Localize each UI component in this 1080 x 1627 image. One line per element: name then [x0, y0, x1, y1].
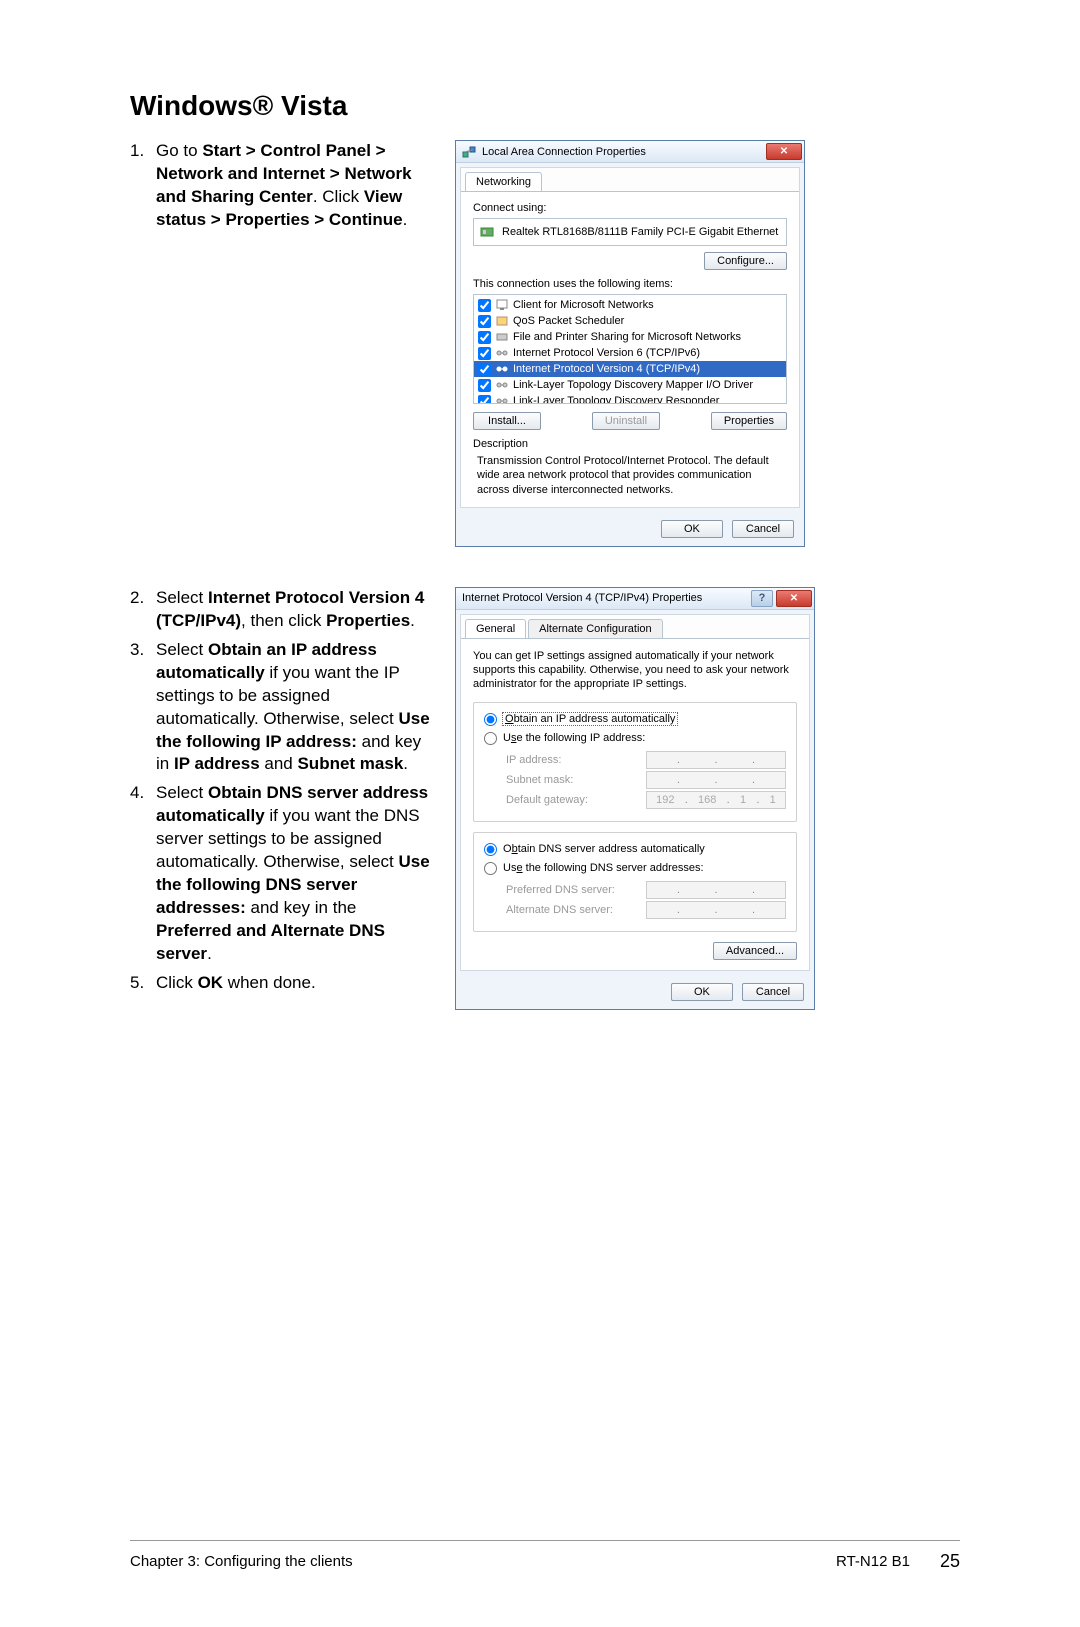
item-checkbox[interactable] [478, 395, 491, 405]
cancel-button[interactable]: Cancel [742, 983, 804, 1001]
adapter-name: Realtek RTL8168B/8111B Family PCI-E Giga… [502, 226, 778, 238]
pref-dns-field: Preferred DNS server: ... [506, 881, 786, 899]
configure-button[interactable]: Configure... [704, 252, 787, 270]
nic-icon [480, 225, 496, 239]
tab-general[interactable]: General [465, 619, 526, 638]
item-checkbox[interactable] [478, 379, 491, 392]
ip-address-field: IP address: ... [506, 751, 786, 769]
close-icon[interactable]: ✕ [776, 590, 812, 607]
item-checkbox[interactable] [478, 347, 491, 360]
ok-button[interactable]: OK [671, 983, 733, 1001]
item-label: Client for Microsoft Networks [513, 299, 654, 311]
uses-items-label: This connection uses the following items… [473, 278, 787, 290]
item-checkbox[interactable] [478, 331, 491, 344]
page-heading: Windows® Vista [130, 90, 960, 122]
help-icon[interactable]: ? [751, 590, 773, 607]
dialog1-titlebar: Local Area Connection Properties ✕ [456, 141, 804, 163]
properties-button[interactable]: Properties [711, 412, 787, 430]
step-1-row: 1. Go to Start > Control Panel > Network… [130, 140, 960, 547]
item-checkbox[interactable] [478, 363, 491, 376]
description-label: Description [473, 438, 787, 450]
dialog2-titlebar: Internet Protocol Version 4 (TCP/IPv4) P… [456, 588, 814, 610]
page-footer: Chapter 3: Configuring the clients RT-N1… [130, 1540, 960, 1572]
uninstall-button: Uninstall [592, 412, 660, 430]
advanced-button[interactable]: Advanced... [713, 942, 797, 960]
tab-networking[interactable]: Networking [465, 172, 542, 191]
ok-button[interactable]: OK [661, 520, 723, 538]
step-1: 1. Go to Start > Control Panel > Network… [130, 140, 435, 232]
local-area-connection-dialog: Local Area Connection Properties ✕ Netwo… [455, 140, 805, 547]
dns-groupbox: Obtain DNS server address automatically … [473, 832, 797, 932]
connection-items-list[interactable]: Client for Microsoft Networks QoS Packet… [473, 294, 787, 404]
client-icon [495, 298, 509, 312]
close-icon[interactable]: ✕ [766, 143, 802, 160]
intro-text: You can get IP settings assigned automat… [473, 649, 797, 692]
fileprint-icon [495, 330, 509, 344]
cancel-button[interactable]: Cancel [732, 520, 794, 538]
item-label: QoS Packet Scheduler [513, 315, 624, 327]
step-3: 3. Select Obtain an IP address automatic… [130, 639, 435, 777]
tab-alternate[interactable]: Alternate Configuration [528, 619, 663, 638]
subnet-field: Subnet mask: ... [506, 771, 786, 789]
protocol-icon [495, 362, 509, 376]
adapter-box: Realtek RTL8168B/8111B Family PCI-E Giga… [473, 218, 787, 246]
item-label: File and Printer Sharing for Microsoft N… [513, 331, 741, 343]
item-label: Link-Layer Topology Discovery Responder [513, 395, 719, 404]
connect-using-label: Connect using: [473, 202, 787, 214]
install-button[interactable]: Install... [473, 412, 541, 430]
radio-auto-dns[interactable]: Obtain DNS server address automatically [484, 843, 786, 856]
protocol-icon [495, 378, 509, 392]
dialog2-title: Internet Protocol Version 4 (TCP/IPv4) P… [462, 592, 751, 604]
item-checkbox[interactable] [478, 315, 491, 328]
step-4: 4. Select Obtain DNS server address auto… [130, 782, 435, 966]
description-text: Transmission Control Protocol/Internet P… [473, 454, 787, 497]
qos-icon [495, 314, 509, 328]
item-label: Link-Layer Topology Discovery Mapper I/O… [513, 379, 753, 391]
radio-auto-ip[interactable]: OObtain an IP address automaticallybtain… [484, 713, 786, 726]
dialog1-title: Local Area Connection Properties [482, 146, 766, 158]
tcpipv4-properties-dialog: Internet Protocol Version 4 (TCP/IPv4) P… [455, 587, 815, 1010]
item-label: Internet Protocol Version 6 (TCP/IPv6) [513, 347, 700, 359]
alt-dns-field: Alternate DNS server: ... [506, 901, 786, 919]
item-label-selected: Internet Protocol Version 4 (TCP/IPv4) [513, 363, 700, 375]
step-5: 5. Click OK when done. [130, 972, 435, 995]
radio-manual-dns[interactable]: Use the following DNS server addresses: [484, 862, 786, 875]
protocol-icon [495, 346, 509, 360]
item-checkbox[interactable] [478, 299, 491, 312]
page-number: 25 [940, 1551, 960, 1572]
footer-chapter: Chapter 3: Configuring the clients [130, 1553, 353, 1570]
gateway-field: Default gateway: 192.168.1.1 [506, 791, 786, 809]
radio-manual-ip[interactable]: Use the following IP address: [484, 732, 786, 745]
steps-2-5-row: 2. Select Internet Protocol Version 4 (T… [130, 587, 960, 1010]
protocol-icon [495, 394, 509, 404]
footer-model: RT-N12 B1 [836, 1553, 910, 1570]
step-2: 2. Select Internet Protocol Version 4 (T… [130, 587, 435, 633]
ip-groupbox: OObtain an IP address automaticallybtain… [473, 702, 797, 822]
network-icon [462, 145, 476, 159]
